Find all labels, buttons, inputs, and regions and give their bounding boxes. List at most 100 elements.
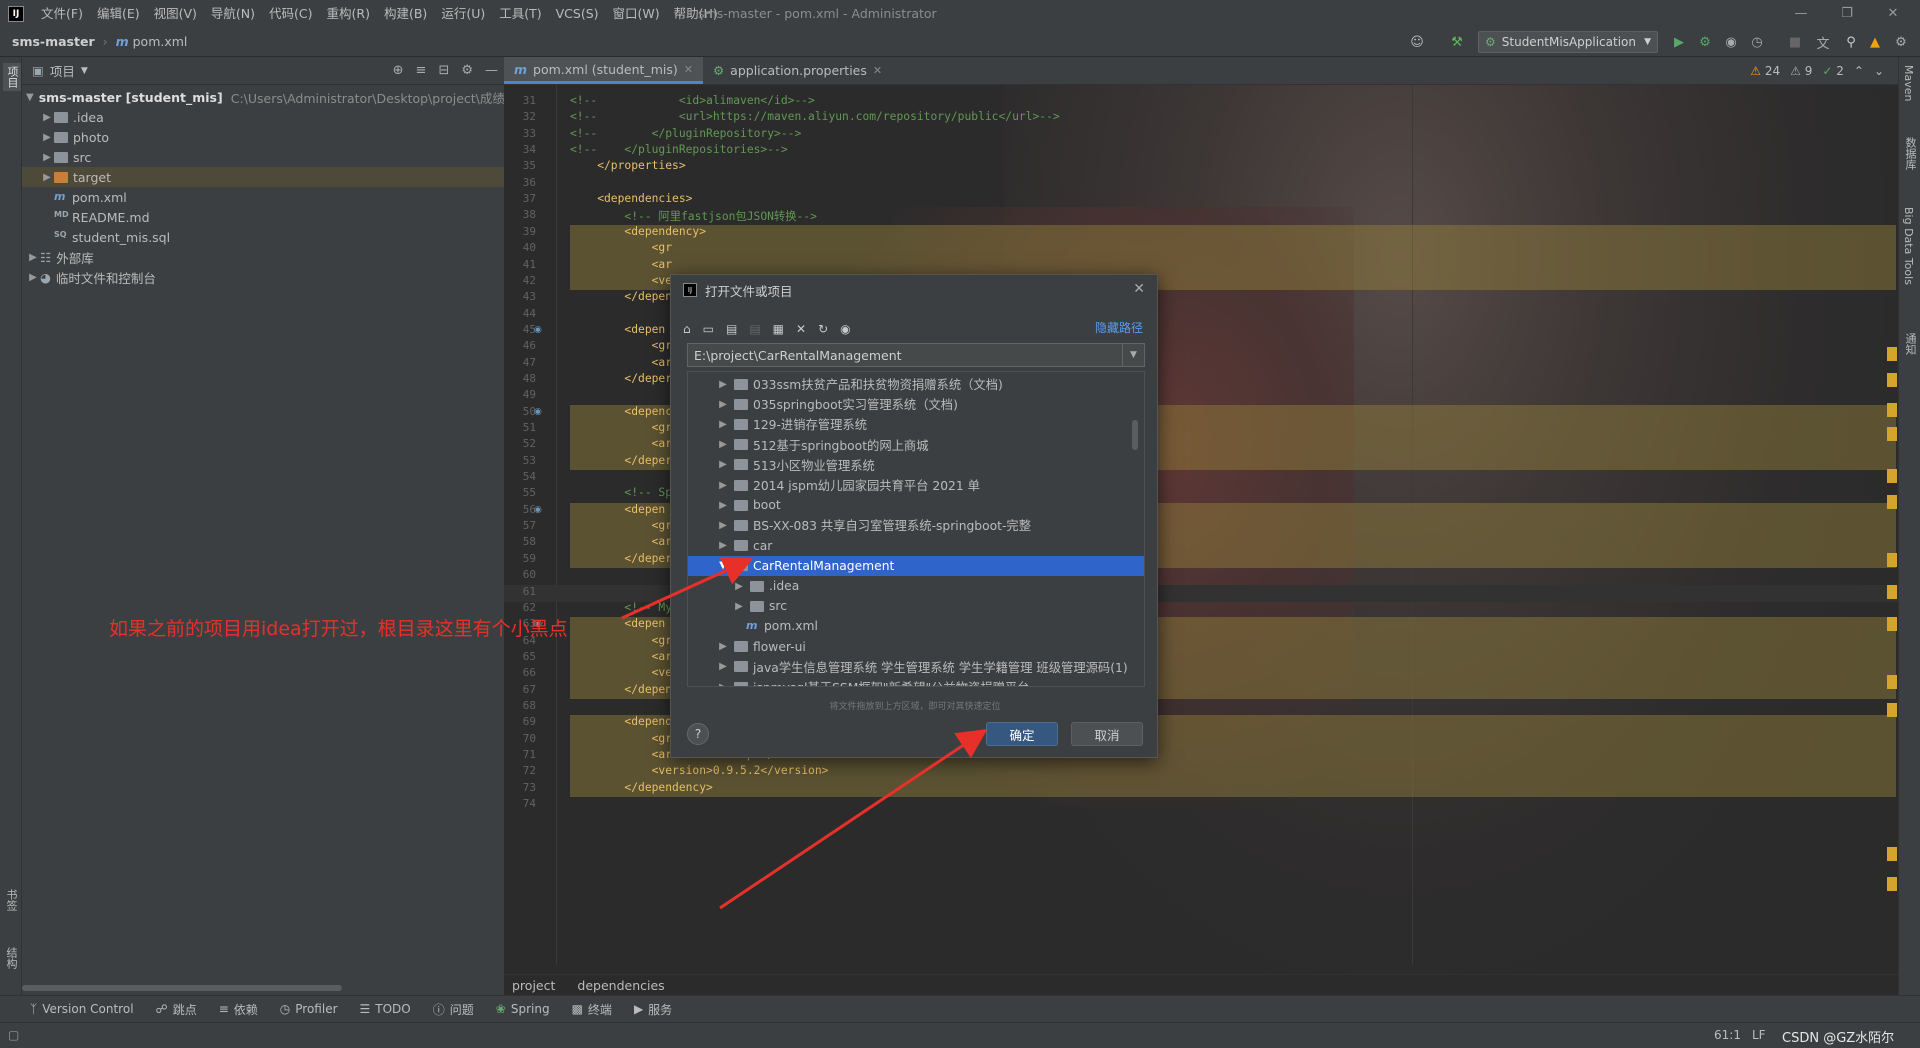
caret-position[interactable]: 61:1 xyxy=(1714,1028,1741,1042)
chevron-down-icon[interactable]: ▼ xyxy=(1122,344,1144,366)
file-tree-item[interactable]: ▶ 513小区物业管理系统 xyxy=(688,455,1144,475)
new-folder-icon[interactable]: ▦ xyxy=(773,322,784,336)
user-icon[interactable]: ☺ xyxy=(1408,33,1426,51)
error-stripe-mark[interactable] xyxy=(1887,373,1897,387)
error-stripe-mark[interactable] xyxy=(1887,553,1897,567)
close-tab-icon[interactable]: ✕ xyxy=(873,64,882,77)
build-hammer-icon[interactable]: ⚒ xyxy=(1448,33,1466,51)
help-button[interactable]: ? xyxy=(687,723,709,745)
vertical-scrollbar[interactable] xyxy=(1132,420,1138,450)
gutter-maven-icon[interactable]: ◉ xyxy=(534,325,542,335)
breadcrumb-file[interactable]: pom.xml xyxy=(133,34,188,49)
chevron-right-icon[interactable]: ▶ xyxy=(716,480,730,491)
error-stripe-mark[interactable] xyxy=(1887,847,1897,861)
run-configuration-selector[interactable]: ⚙ StudentMisApplication ▼ xyxy=(1478,31,1658,53)
debug-icon[interactable]: ⚙ xyxy=(1696,33,1714,51)
chevron-right-icon[interactable]: ▶ xyxy=(40,132,54,143)
tree-item-scratches[interactable]: ▶ ◕ 临时文件和控制台 xyxy=(22,267,504,287)
error-stripe-mark[interactable] xyxy=(1887,495,1897,509)
menu-build[interactable]: 构建(B) xyxy=(377,0,434,27)
horizontal-scrollbar[interactable] xyxy=(22,985,342,991)
home-icon[interactable]: ⌂ xyxy=(683,322,691,336)
error-stripe-mark[interactable] xyxy=(1887,403,1897,417)
chevron-right-icon[interactable]: ▶ xyxy=(732,601,746,612)
chevron-right-icon[interactable]: ▶ xyxy=(716,459,730,470)
tab-maven[interactable]: Maven xyxy=(1902,65,1915,101)
file-tree-item[interactable]: ▶ boot xyxy=(688,495,1144,515)
menu-navigate[interactable]: 导航(N) xyxy=(204,0,262,27)
run-icon[interactable]: ▶ xyxy=(1670,33,1688,51)
gear-icon[interactable]: ⚙ xyxy=(461,63,473,78)
chevron-right-icon[interactable]: ▶ xyxy=(40,172,54,183)
tab-database[interactable]: 数据库 xyxy=(1902,137,1918,170)
chevron-right-icon[interactable]: ▶ xyxy=(716,399,730,410)
chevron-right-icon[interactable]: ▶ xyxy=(716,661,730,672)
chevron-down-icon[interactable]: ▼ xyxy=(716,560,730,571)
menu-run[interactable]: 运行(U) xyxy=(434,0,492,27)
error-stripe-mark[interactable] xyxy=(1887,469,1897,483)
error-stripe-mark[interactable] xyxy=(1887,347,1897,361)
update-icon[interactable]: ▲ xyxy=(1866,33,1884,51)
tool-profiler[interactable]: ◷ Profiler xyxy=(280,1002,338,1016)
chevron-right-icon[interactable]: ▶ xyxy=(26,252,40,263)
tree-item-idea[interactable]: ▶ .idea xyxy=(22,107,504,127)
tab-pom-xml[interactable]: m pom.xml (student_mis) ✕ xyxy=(504,57,703,84)
file-tree-item[interactable]: ▶ 129-进销存管理系统 xyxy=(688,414,1144,434)
locate-icon[interactable]: ⊕ xyxy=(393,63,404,78)
collapse-all-icon[interactable]: ⊟ xyxy=(438,63,449,78)
chevron-right-icon[interactable]: ▶ xyxy=(716,419,730,430)
gutter-maven-icon[interactable]: ◉ xyxy=(534,505,542,515)
breadcrumb-dependencies-tag[interactable]: dependencies xyxy=(577,978,664,993)
inspection-widget[interactable]: ⚠ 24 ⚠ 9 ✓ 2 ⌃ ⌄ xyxy=(1750,64,1884,78)
stop-icon[interactable]: ■ xyxy=(1786,33,1804,51)
menu-tools[interactable]: 工具(T) xyxy=(492,0,548,27)
refresh-icon[interactable]: ↻ xyxy=(818,322,828,336)
tree-item-photo[interactable]: ▶ photo xyxy=(22,127,504,147)
translate-icon[interactable]: 文 xyxy=(1814,33,1832,52)
delete-icon[interactable]: ✕ xyxy=(796,322,806,336)
tree-item-readme[interactable]: MD README.md xyxy=(22,207,504,227)
file-tree-item-selected[interactable]: ▼ CarRentalManagement xyxy=(688,555,1144,576)
error-stripe-mark[interactable] xyxy=(1887,703,1897,717)
desktop-icon[interactable]: ▭ xyxy=(703,322,714,336)
file-tree-item[interactable]: ▶ 2014 jspm幼儿园家园共育平台 2021 单 xyxy=(688,475,1144,495)
menu-file[interactable]: 文件(F) xyxy=(34,0,90,27)
close-window-icon[interactable]: ✕ xyxy=(1870,0,1916,27)
breadcrumb-project-tag[interactable]: project xyxy=(512,978,555,993)
chevron-right-icon[interactable]: ▶ xyxy=(716,439,730,450)
file-tree-item[interactable]: ▶ BS-XX-083 共享自习室管理系统-springboot-完整 xyxy=(688,515,1144,535)
hide-path-link[interactable]: 隐藏路径 xyxy=(1095,319,1143,336)
menu-code[interactable]: 代码(C) xyxy=(262,0,319,27)
error-stripe-mark[interactable] xyxy=(1887,877,1897,891)
tool-endpoints[interactable]: ☍ 跳点 xyxy=(156,1001,197,1018)
file-tree-item[interactable]: ▶ 035springboot实习管理系统（文档) xyxy=(688,394,1144,414)
chevron-right-icon[interactable]: ▶ xyxy=(732,581,746,592)
gutter-maven-icon[interactable]: ◉ xyxy=(534,407,542,417)
tree-item-src[interactable]: ▶ src xyxy=(22,147,504,167)
chevron-down-icon[interactable]: ▼ xyxy=(26,92,34,103)
chevron-down-icon[interactable]: ⌄ xyxy=(1874,64,1884,78)
tab-application-properties[interactable]: ⚙ application.properties ✕ xyxy=(703,57,892,84)
project-folder-icon[interactable]: ▤ xyxy=(726,322,737,336)
tool-dependencies[interactable]: ≡ 依赖 xyxy=(219,1001,258,1018)
close-icon[interactable]: ✕ xyxy=(1133,281,1145,297)
chevron-right-icon[interactable]: ▶ xyxy=(716,500,730,511)
menu-refactor[interactable]: 重构(R) xyxy=(320,0,377,27)
file-tree-item[interactable]: ▶ 033ssm扶贫产品和扶贫物资捐赠系统（文档) xyxy=(688,374,1144,394)
tool-services[interactable]: ▶ 服务 xyxy=(634,1001,672,1018)
file-tree-item[interactable]: ▶ flower-ui xyxy=(688,637,1144,657)
line-separator[interactable]: LF xyxy=(1752,1028,1766,1042)
tab-bookmarks[interactable]: 书签 xyxy=(3,889,19,911)
chevron-right-icon[interactable]: ▶ xyxy=(716,379,730,390)
tree-item-target[interactable]: ▶ target xyxy=(22,167,504,187)
tool-todo[interactable]: ☰ TODO xyxy=(360,1002,411,1016)
file-tree-item[interactable]: ▶ 512基于springboot的网上商城 xyxy=(688,435,1144,455)
tab-big-data-tools[interactable]: Big Data Tools xyxy=(1902,207,1915,285)
restore-icon[interactable]: ❐ xyxy=(1824,0,1870,27)
file-tree-item[interactable]: ▶ src xyxy=(688,596,1144,616)
tree-item-pom[interactable]: m pom.xml xyxy=(22,187,504,207)
chevron-right-icon[interactable]: ▶ xyxy=(716,682,730,687)
project-panel-title[interactable]: 项目 xyxy=(50,61,75,80)
tool-problems[interactable]: ⓘ 问题 xyxy=(433,1001,474,1018)
ok-button[interactable]: 确定 xyxy=(986,722,1058,746)
